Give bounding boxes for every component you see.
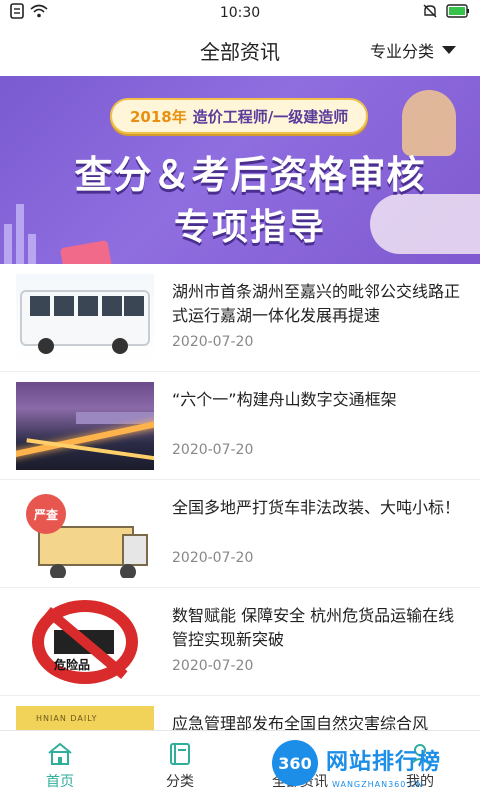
news-item[interactable]: 危险品 数智赋能 保障安全 杭州危货品运输在线管控实现新突破 2020-07-2… — [0, 588, 480, 696]
news-date: 2020-07-20 — [172, 658, 254, 674]
news-date: 2020-07-20 — [172, 442, 254, 458]
news-item[interactable]: HNIAN DAILY 应急管理部发布全国自然灾害综合风 — [0, 696, 480, 730]
banner-subheadline: 专项指导 — [173, 207, 326, 248]
mute-icon — [422, 3, 438, 23]
news-thumbnail: HNIAN DAILY — [16, 706, 154, 730]
home-icon — [47, 741, 73, 767]
thumbnail-masthead-text: HNIAN DAILY — [36, 714, 98, 723]
nav-category-label: 分类 — [166, 773, 194, 790]
news-icon — [287, 741, 313, 767]
battery-icon — [446, 4, 470, 22]
bottom-nav: 首页 分类 全部资讯 我的 — [0, 730, 480, 800]
news-thumbnail: 危险品 — [16, 598, 154, 686]
news-title: “六个一”构建舟山数字交通框架 — [172, 390, 397, 409]
promo-banner[interactable]: 2018年 造价工程师/一级建造师 查分＆考后资格审核 专项指导 — [0, 76, 480, 264]
news-item[interactable]: 湖州市首条湖州至嘉兴的毗邻公交线路正式运行嘉湖一体化发展再提速 2020-07-… — [0, 264, 480, 372]
news-thumbnail — [16, 382, 154, 470]
news-date: 2020-07-20 — [172, 550, 254, 566]
nav-home[interactable]: 首页 — [0, 731, 120, 800]
status-right — [422, 3, 470, 23]
news-thumbnail — [16, 274, 154, 362]
nav-mine-label: 我的 — [406, 773, 434, 790]
news-item[interactable]: 严查 全国多地严打货车非法改装、大吨小标！ 2020-07-20 — [0, 480, 480, 588]
decorative-bars — [0, 194, 40, 264]
nav-home-label: 首页 — [46, 773, 74, 790]
thumbnail-label-text: 危险品 — [54, 658, 91, 672]
nav-mine[interactable]: 我的 — [360, 731, 480, 800]
nav-category[interactable]: 分类 — [120, 731, 240, 800]
status-time: 10:30 — [219, 5, 261, 21]
news-list: 湖州市首条湖州至嘉兴的毗邻公交线路正式运行嘉湖一体化发展再提速 2020-07-… — [0, 264, 480, 730]
thumbnail-sign-text: 严查 — [26, 494, 66, 534]
category-filter-dropdown[interactable]: 专业分类 — [370, 38, 456, 62]
news-title: 全国多地严打货车非法改装、大吨小标！ — [172, 498, 461, 517]
wifi-icon — [30, 4, 48, 22]
news-title: 数智赋能 保障安全 杭州危货品运输在线管控实现新突破 — [172, 606, 455, 649]
caret-down-icon — [442, 46, 456, 54]
status-left — [10, 3, 48, 23]
notification-icon — [10, 3, 24, 23]
banner-tag: 2018年 造价工程师/一级建造师 — [110, 98, 369, 134]
news-date: 2020-07-20 — [172, 334, 254, 350]
banner-year: 2018年 — [130, 107, 187, 126]
news-thumbnail: 严查 — [16, 490, 154, 578]
app-header: 全部资讯 专业分类 — [0, 26, 480, 74]
banner-headline: 查分＆考后资格审核 — [74, 153, 426, 197]
news-title: 应急管理部发布全国自然灾害综合风 — [172, 714, 429, 730]
user-icon — [407, 741, 433, 767]
book-icon — [167, 741, 193, 767]
status-bar: 10:30 — [0, 0, 480, 26]
banner-subtitle: 造价工程师/一级建造师 — [192, 107, 349, 126]
page-title: 全部资讯 — [200, 39, 280, 64]
nav-all-news-label: 全部资讯 — [272, 773, 328, 790]
nav-all-news[interactable]: 全部资讯 — [240, 731, 360, 800]
category-filter-label: 专业分类 — [369, 42, 434, 61]
news-item[interactable]: “六个一”构建舟山数字交通框架 2020-07-20 — [0, 372, 480, 480]
news-title: 湖州市首条湖州至嘉兴的毗邻公交线路正式运行嘉湖一体化发展再提速 — [172, 282, 461, 325]
